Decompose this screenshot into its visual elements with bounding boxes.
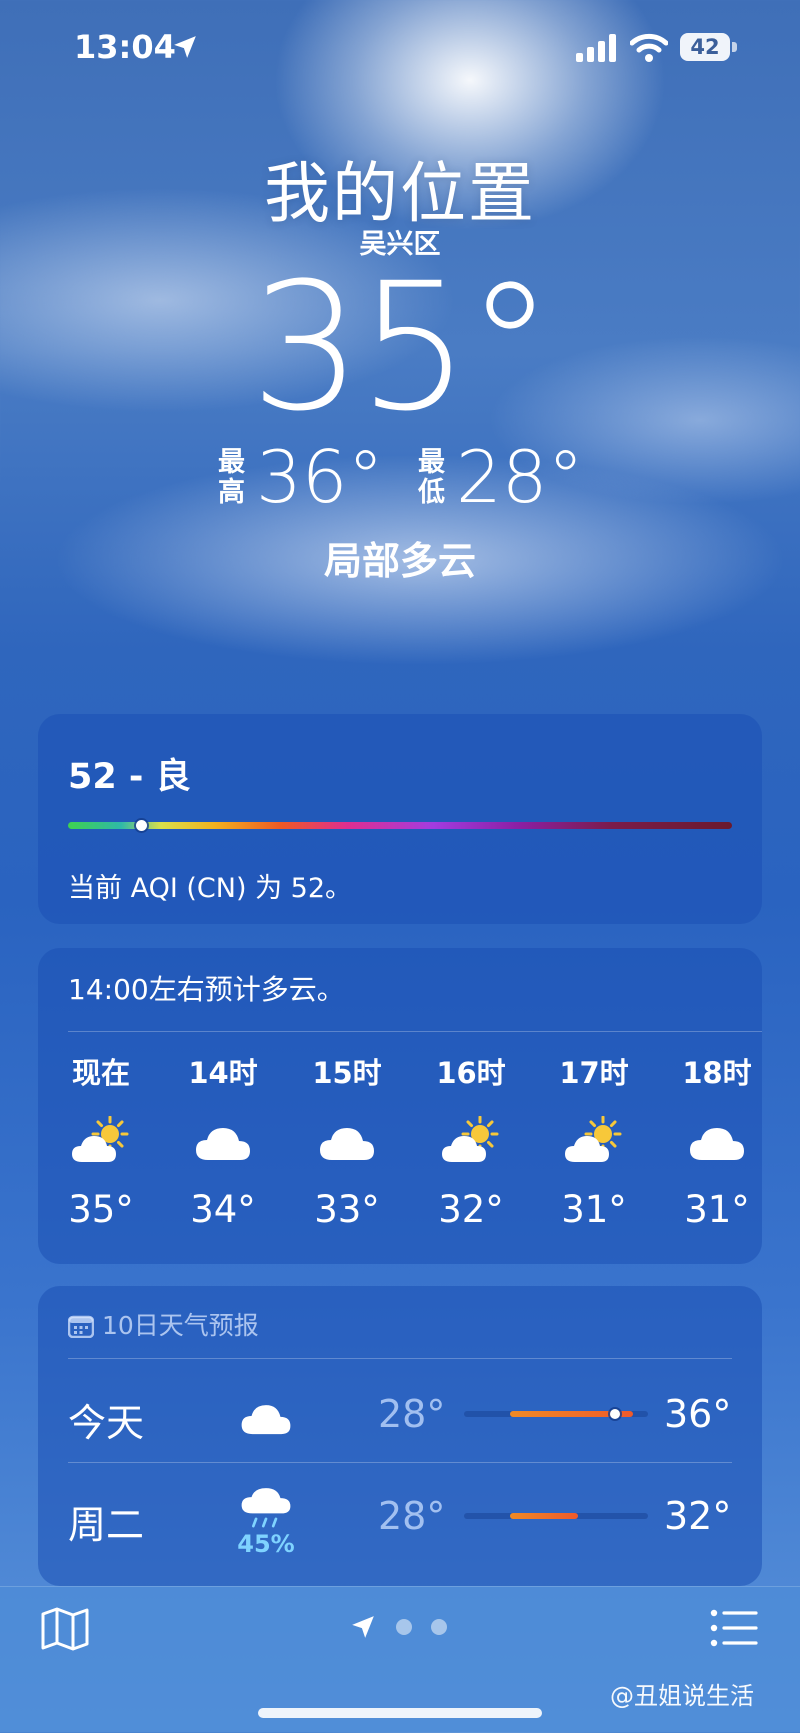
day-low-temperature: 28° xyxy=(378,1392,446,1436)
list-icon[interactable] xyxy=(710,1608,758,1648)
hour-temperature: 32° xyxy=(438,1188,504,1231)
high-label: 最高 xyxy=(218,447,245,508)
watermark: @丑姐说生活 xyxy=(610,1682,754,1710)
day-high-temperature: 36° xyxy=(664,1392,732,1436)
cloud-icon xyxy=(690,1128,744,1160)
hour-temperature: 34° xyxy=(190,1188,256,1231)
hour-label: 14时 xyxy=(188,1056,258,1090)
home-indicator[interactable] xyxy=(258,1708,542,1718)
hour-label: 18时 xyxy=(682,1056,752,1090)
hourly-item: 14时 34° xyxy=(168,1050,278,1231)
day-name: 今天 xyxy=(68,1401,145,1445)
partly-sunny-icon xyxy=(72,1115,129,1162)
partly-sunny-icon xyxy=(563,1115,625,1164)
hour-label: 16时 xyxy=(436,1056,506,1090)
hour-temperature: 31° xyxy=(561,1188,627,1231)
partly-sunny-icon xyxy=(440,1115,502,1164)
partly-sunny-icon xyxy=(565,1115,622,1162)
precipitation-chance: 45% xyxy=(237,1530,295,1558)
cloud-icon xyxy=(320,1128,374,1160)
condition-text: 局部多云 xyxy=(323,539,476,583)
aqi-value: 52 - 良 xyxy=(68,757,191,797)
aqi-description: 当前 AQI (CN) 为 52。 xyxy=(68,873,353,904)
hour-label: 现在 xyxy=(71,1056,130,1090)
cloud-icon xyxy=(241,1405,291,1435)
location-arrow-icon xyxy=(174,36,196,58)
high-temperature: 36° xyxy=(256,435,384,519)
divider xyxy=(68,1031,762,1032)
hourly-summary: 14:00左右预计多云。 xyxy=(68,973,345,1006)
partly-sunny-icon xyxy=(70,1115,132,1164)
aqi-scale-bar xyxy=(68,822,732,829)
hour-temperature: 35° xyxy=(68,1188,134,1231)
status-time: 13:04 xyxy=(74,28,176,66)
cloud-icon xyxy=(686,1116,748,1164)
current-location-page-icon[interactable] xyxy=(350,1614,376,1640)
cloud-icon xyxy=(196,1128,250,1160)
page-dot[interactable] xyxy=(396,1619,412,1635)
calendar-icon xyxy=(68,1315,94,1338)
cloud-icon xyxy=(192,1116,254,1164)
low-temperature: 28° xyxy=(456,435,584,519)
rain-cloud-icon xyxy=(238,1486,294,1534)
status-bar: 13:04 42 xyxy=(0,0,800,96)
hourly-item: 17时 31° xyxy=(539,1050,649,1231)
map-icon[interactable] xyxy=(40,1606,90,1652)
low-label: 最低 xyxy=(418,447,445,508)
battery-icon: 42 xyxy=(680,33,738,61)
day-high-temperature: 32° xyxy=(664,1494,732,1538)
day-low-temperature: 28° xyxy=(378,1494,446,1538)
divider xyxy=(68,1358,732,1359)
signal-icon xyxy=(576,34,616,62)
partly-sunny-icon xyxy=(442,1115,499,1162)
temperature-range-bar xyxy=(464,1409,648,1419)
hourly-item: 16时 32° xyxy=(416,1050,526,1231)
temperature-range-fill xyxy=(510,1513,578,1519)
high-low: 最高 36° 最低 28° xyxy=(0,435,800,530)
battery-level: 42 xyxy=(680,33,730,61)
aqi-indicator xyxy=(136,820,147,831)
ten-day-header: 10日天气预报 xyxy=(68,1306,259,1342)
wifi-icon xyxy=(630,33,668,62)
divider xyxy=(68,1462,732,1463)
rain-cloud-icon xyxy=(241,1488,291,1528)
page-dot[interactable] xyxy=(431,1619,447,1635)
hour-label: 15时 xyxy=(312,1056,382,1090)
hour-temperature: 31° xyxy=(684,1188,750,1231)
cloud-icon xyxy=(238,1394,294,1442)
day-name: 周二 xyxy=(68,1503,145,1547)
hour-label: 17时 xyxy=(559,1056,629,1090)
current-temperature: 35° xyxy=(250,245,554,450)
hour-temperature: 33° xyxy=(314,1188,380,1231)
temperature-range-bar xyxy=(464,1513,648,1519)
hourly-item: 15时 33° xyxy=(292,1050,402,1231)
ten-day-header-label: 10日天气预报 xyxy=(102,1311,259,1340)
cloud-icon xyxy=(316,1116,378,1164)
current-temperature-dot xyxy=(610,1409,620,1419)
hourly-item: 18时 31° xyxy=(662,1050,772,1231)
hourly-item: 现在 35° xyxy=(46,1050,156,1231)
